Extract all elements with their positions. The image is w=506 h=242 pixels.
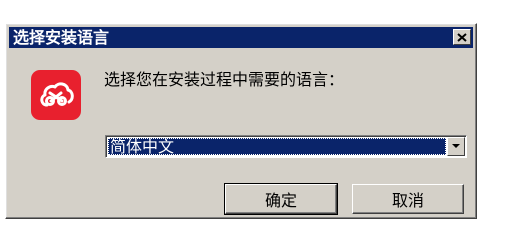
- ok-button[interactable]: 确定: [224, 183, 338, 215]
- cancel-button[interactable]: 取消: [352, 184, 464, 214]
- language-select[interactable]: 简体中文: [105, 135, 467, 158]
- close-button[interactable]: [453, 29, 471, 45]
- language-select-value[interactable]: 简体中文: [108, 138, 446, 155]
- prompt-label: 选择您在安装过程中需要的语言：: [104, 70, 345, 89]
- close-icon: [457, 32, 467, 42]
- dropdown-button[interactable]: [447, 137, 465, 156]
- window-title: 选择安装语言: [13, 28, 110, 47]
- language-dialog: 选择安装语言 选择您在安装过程中需要的语言： 简体中文 确定 取消: [5, 23, 477, 219]
- title-bar: 选择安装语言: [9, 27, 473, 48]
- dropdown-arrow-icon: [452, 144, 460, 148]
- cloud-logo-icon: [31, 70, 81, 120]
